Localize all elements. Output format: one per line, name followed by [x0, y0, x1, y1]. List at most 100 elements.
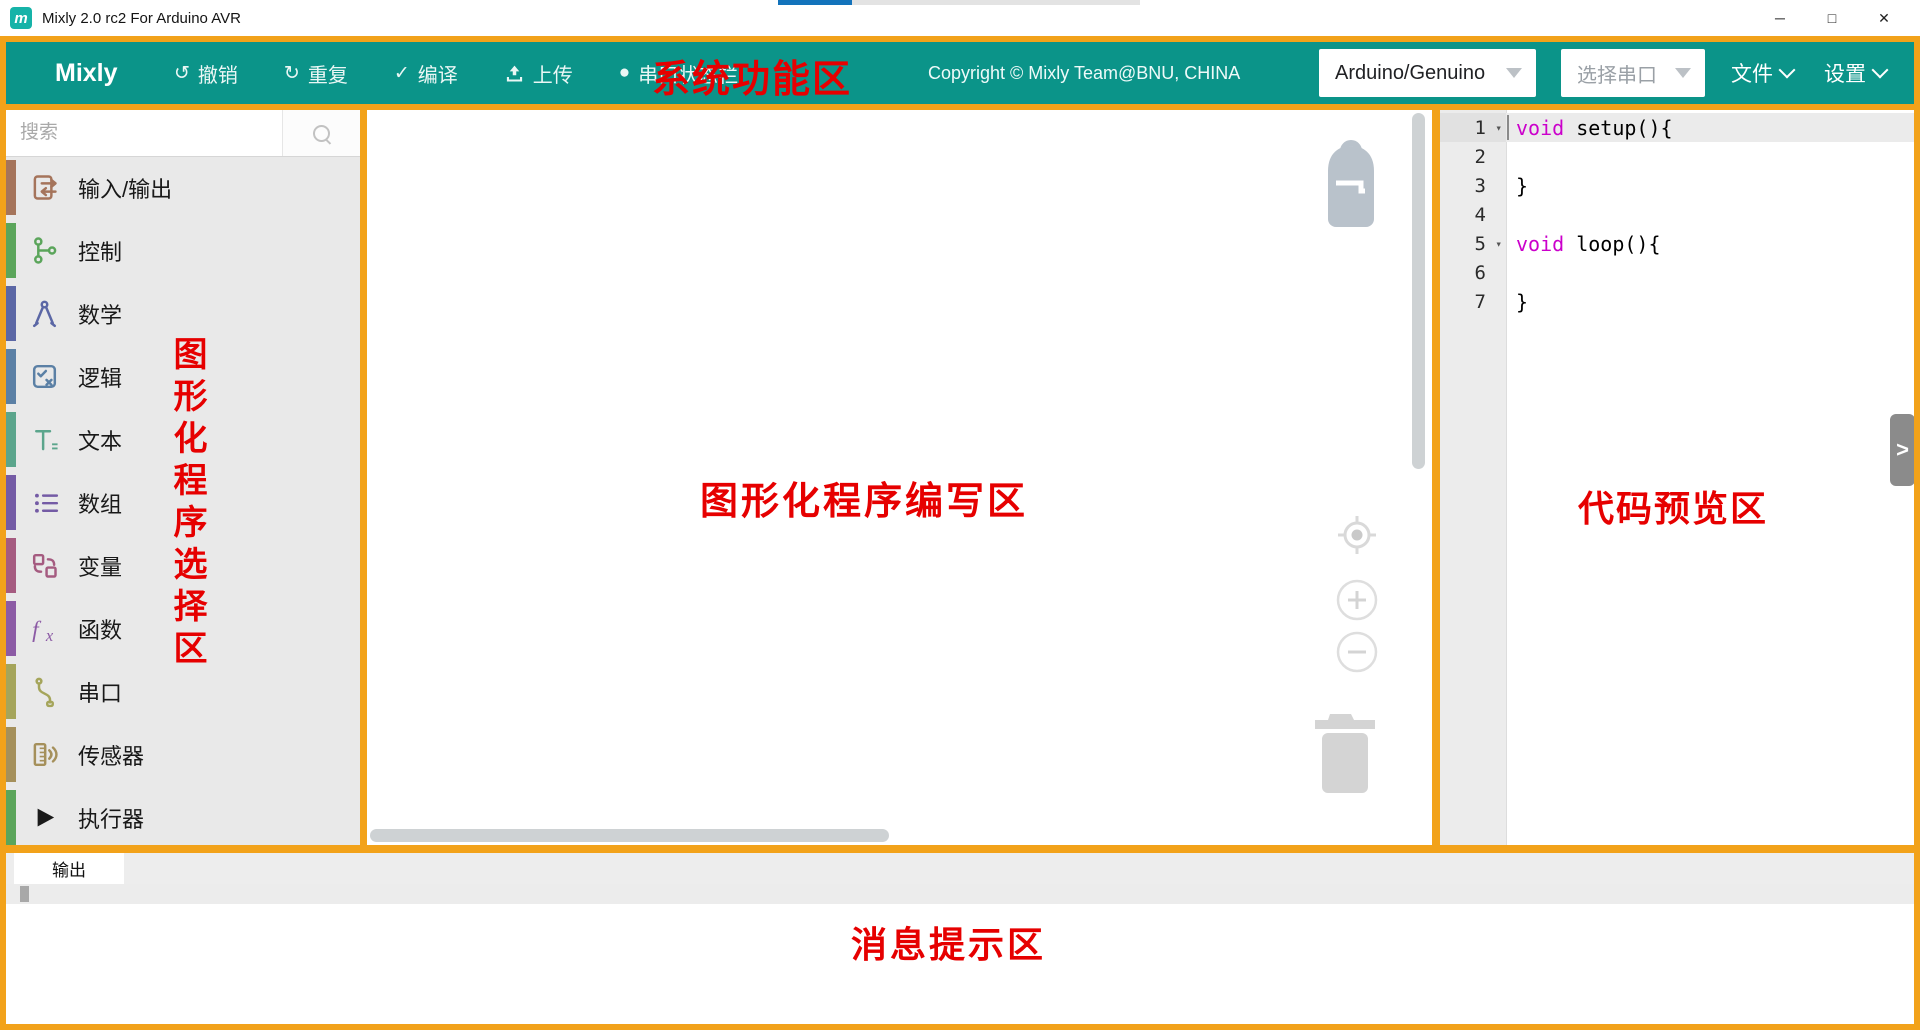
sidebar-category-6[interactable]: 变量: [6, 534, 360, 597]
minimize-icon: ─: [1775, 10, 1785, 26]
code-segment: void: [1516, 232, 1564, 256]
category-color-strip: [6, 538, 16, 593]
sidebar-category-5[interactable]: 数组: [6, 471, 360, 534]
code-line-5: 5▾void loop(){: [1440, 229, 1914, 258]
toolbar-serial-status-button[interactable]: ● 串口状态栏: [619, 59, 738, 88]
trash-icon[interactable]: [1313, 705, 1377, 795]
board-select-value: Arduino/Genuino: [1335, 62, 1485, 85]
sidebar-category-9[interactable]: 传感器: [6, 723, 360, 786]
frame-border-bottom: [0, 1024, 1920, 1030]
serial-icon: [28, 675, 61, 708]
toolbar-upload-label: 上传: [533, 59, 573, 88]
toolbar-compile-label: 编译: [418, 59, 458, 88]
control-icon: [28, 234, 61, 267]
code-line-7: 7}: [1440, 287, 1914, 316]
sidebar-category-2[interactable]: 数学: [6, 282, 360, 345]
top-edge-blue-strip: [778, 0, 852, 5]
workspace-horizontal-scrollbar[interactable]: [370, 829, 889, 842]
code-line-2: 2: [1440, 142, 1914, 171]
toolbar-undo-button[interactable]: ↺撤销: [174, 59, 238, 88]
text-cursor: [1507, 115, 1509, 140]
search-input[interactable]: [6, 110, 282, 156]
menu-settings[interactable]: 设置: [1824, 42, 1886, 104]
fold-arrow-icon[interactable]: ▾: [1495, 121, 1502, 134]
io-icon: [28, 171, 61, 204]
sidebar-category-0[interactable]: 输入/输出: [6, 156, 360, 219]
search-button[interactable]: [282, 110, 360, 156]
category-label: 数学: [78, 298, 122, 330]
fold-arrow-icon[interactable]: ▾: [1495, 237, 1502, 250]
tab-output[interactable]: 输出: [14, 853, 124, 884]
category-color-strip: [6, 601, 16, 656]
code-text: void loop(){: [1506, 229, 1661, 258]
window-close-button[interactable]: ✕: [1858, 0, 1910, 36]
toolbar-upload-button[interactable]: 上传: [504, 59, 573, 88]
sidebar-category-1[interactable]: 控制: [6, 219, 360, 282]
code-text: [1506, 258, 1516, 287]
code-text: [1506, 200, 1516, 229]
variable-icon: [28, 549, 61, 582]
workspace-vertical-scrollbar[interactable]: [1412, 113, 1425, 469]
message-tabstrip: [6, 853, 1914, 884]
array-icon: [28, 486, 61, 519]
zoom-out-button[interactable]: [1335, 630, 1379, 674]
zoom-reset-target-icon[interactable]: [1337, 515, 1377, 555]
actuator-icon: [28, 801, 61, 834]
category-color-strip: [6, 664, 16, 719]
backpack-icon[interactable]: [1320, 137, 1382, 229]
category-color-strip: [6, 412, 16, 467]
redo-icon: ↻: [284, 62, 300, 85]
board-select[interactable]: Arduino/Genuino: [1319, 49, 1536, 97]
frame-divider-sidebar: [360, 110, 367, 845]
svg-text:x: x: [45, 626, 54, 645]
port-select-value: 选择串口: [1577, 59, 1657, 88]
chevron-down-icon: [1506, 68, 1522, 78]
code-segment: }: [1516, 290, 1528, 314]
blockly-workspace[interactable]: [367, 110, 1432, 845]
zoom-in-button[interactable]: [1335, 578, 1379, 622]
category-label: 数组: [78, 487, 122, 519]
chevron-down-icon: [1872, 61, 1889, 78]
mixly-window: m Mixly 2.0 rc2 For Arduino AVR ─□✕ Mixl…: [0, 0, 1920, 1030]
category-label: 控制: [78, 235, 122, 267]
text-icon: [28, 423, 61, 456]
category-list: 输入/输出控制数学逻辑文本数组变量 fx 函数串口传感器执行器: [6, 156, 360, 849]
frame-divider-toolbar: [0, 104, 1920, 110]
code-segment: setup(){: [1564, 116, 1672, 140]
sidebar-category-3[interactable]: 逻辑: [6, 345, 360, 408]
code-line-6: 6: [1440, 258, 1914, 287]
sidebar-category-4[interactable]: 文本: [6, 408, 360, 471]
panel-expand-toggle[interactable]: >: [1890, 414, 1915, 486]
dot-icon: ●: [619, 62, 630, 84]
category-label: 传感器: [78, 739, 144, 771]
sidebar-category-10[interactable]: 执行器: [6, 786, 360, 849]
chevron-down-icon: [1779, 61, 1796, 78]
sidebar-category-8[interactable]: 串口: [6, 660, 360, 723]
function-icon: fx: [28, 612, 61, 645]
frame-divider-bottom-panel: [0, 845, 1920, 853]
port-select[interactable]: 选择串口: [1561, 49, 1705, 97]
logic-icon: [28, 360, 61, 393]
code-preview-panel: 1▾void setup(){23}45▾void loop(){67}: [1440, 110, 1914, 845]
code-segment: loop(){: [1564, 232, 1660, 256]
mixly-brand-button[interactable]: Mixly: [55, 42, 118, 104]
math-icon: [28, 297, 61, 330]
category-color-strip: [6, 286, 16, 341]
message-scroll-thumb[interactable]: [20, 886, 29, 902]
code-line-1: 1▾void setup(){: [1440, 113, 1914, 142]
frame-border-right: [1914, 36, 1920, 1030]
category-label: 函数: [78, 613, 122, 645]
line-number: 6: [1440, 258, 1506, 287]
block-category-sidebar: 输入/输出控制数学逻辑文本数组变量fx函数串口传感器执行器: [6, 110, 360, 845]
sidebar-category-7[interactable]: fx 函数: [6, 597, 360, 660]
svg-text:f: f: [32, 617, 42, 643]
toolbar-redo-label: 重复: [308, 59, 348, 88]
toolbar-compile-button[interactable]: ✓编译: [394, 59, 458, 88]
toolbar-redo-button[interactable]: ↻ 重复: [284, 59, 348, 88]
category-color-strip: [6, 349, 16, 404]
window-minimize-button[interactable]: ─: [1754, 0, 1806, 36]
toolbar-serial-status-label: 串口状态栏: [638, 59, 738, 88]
menu-file[interactable]: 文件: [1731, 42, 1793, 104]
message-scroll-strip: [6, 884, 1914, 904]
window-maximize-button[interactable]: □: [1806, 0, 1858, 36]
